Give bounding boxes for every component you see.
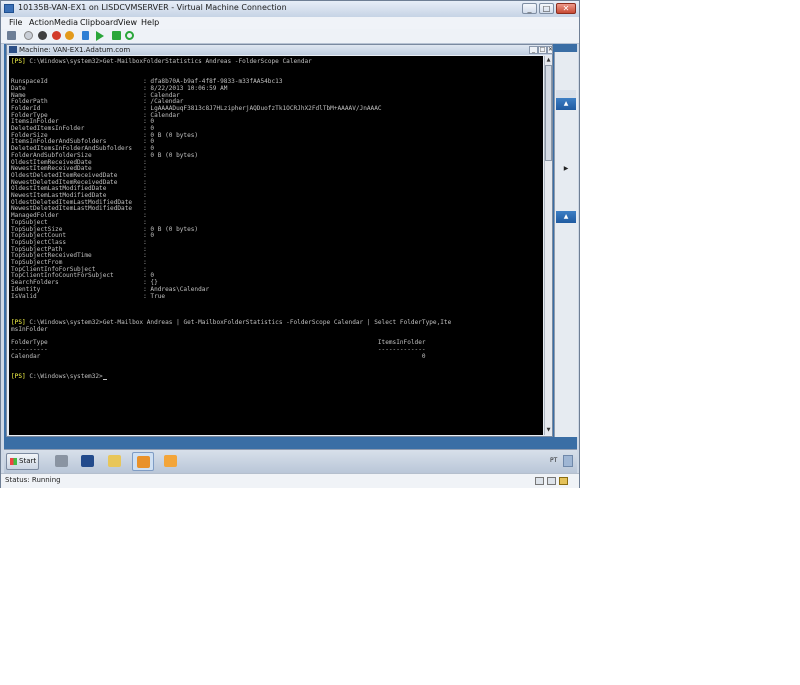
powershell-title-bar[interactable]: Machine: VAN-EX1.Adatum.com _ □ ✕ [7,45,553,55]
checkpoint-icon[interactable] [112,31,121,40]
explorer-icon[interactable] [104,452,126,471]
prompt-tag: [PS] [11,372,26,380]
save-icon[interactable] [65,31,74,40]
toolbar [1,29,579,44]
menu-media[interactable]: Media [54,18,78,27]
language-indicator[interactable]: PT [550,457,557,464]
taskbar: Start PT [4,449,577,473]
menu-file[interactable]: File [9,18,22,27]
start-button[interactable]: Start [6,453,39,470]
windows-logo-icon [10,458,17,465]
powershell-icon [9,46,17,53]
powershell-icon[interactable] [77,452,99,471]
menu-help[interactable]: Help [141,18,159,27]
start-label: Start [19,457,37,465]
collapse-arrow-icon-2[interactable]: ▲ [556,211,576,223]
console-output[interactable]: [PS] C:\Windows\system32>Get-MailboxFold… [9,56,543,435]
vm-connection-icon [4,4,14,13]
console-text: C:\Windows\system32>Get-Mailbox Andreas … [25,319,452,327]
collapse-arrow-icon[interactable]: ▲ [556,98,576,110]
keyboard-icon [535,477,544,485]
title-bar[interactable]: 10135B-VAN-EX1 on LISDCVMSERVER - Virtua… [1,1,579,18]
console-line: msInFolder [11,326,48,333]
exchange-toolbox-icon[interactable] [160,452,182,471]
powershell-title: Machine: VAN-EX1.Adatum.com [19,46,131,54]
console-text: C:\Windows\system32> [25,372,103,380]
start-icon[interactable] [24,31,33,40]
scroll-down-arrow-icon[interactable]: ▼ [545,426,552,434]
console-scrollbar[interactable]: ▲ ▼ [544,56,552,435]
console-text: IsValid : True [11,292,166,300]
powershell-window: Machine: VAN-EX1.Adatum.com _ □ ✕ [PS] C… [6,44,553,437]
show-desktop-button[interactable] [563,455,573,467]
turn-off-icon[interactable] [38,31,47,40]
ps-maximize-button[interactable]: □ [538,46,547,54]
resume-icon[interactable] [96,31,104,41]
expand-arrow-icon[interactable]: ▶ [556,165,576,173]
text-cursor [102,378,107,380]
background-window-strip [556,90,576,98]
menu-action[interactable]: Action [29,18,54,27]
status-text: Status: Running [5,476,61,484]
console-line: IsValid : True [11,293,165,300]
vm-connection-window: 10135B-VAN-EX1 on LISDCVMSERVER - Virtua… [0,0,580,488]
background-window-edge: ▲ ▶ ▲ [554,52,578,437]
server-manager-icon[interactable] [51,452,73,471]
console-text: msInFolder [11,326,48,333]
pause-icon[interactable] [82,31,89,40]
console-line: Calendar 0 [11,353,426,360]
console-line: [PS] C:\Windows\system32> [11,373,107,380]
scroll-up-arrow-icon[interactable]: ▲ [545,56,552,64]
menu-clipboard[interactable]: Clipboard [80,18,118,27]
scrollbar-thumb[interactable] [545,65,552,161]
prompt-tag: [PS] [11,58,26,65]
revert-icon[interactable] [125,31,134,40]
mouse-icon [547,477,556,485]
ps-close-button[interactable]: ✕ [547,46,553,54]
close-button[interactable]: ✕ [556,3,576,14]
console-line: [PS] C:\Windows\system32>Get-MailboxFold… [11,58,312,65]
console-line: [PS] C:\Windows\system32>Get-Mailbox And… [11,319,451,326]
console-text: Calendar 0 [11,352,426,360]
shutdown-icon[interactable] [52,31,61,40]
guest-desktop[interactable]: Machine: VAN-EX1.Adatum.com _ □ ✕ [PS] C… [4,44,578,473]
status-bar: Status: Running [1,473,579,488]
lock-icon [559,477,568,485]
exchange-console-icon[interactable] [132,452,154,471]
menu-bar: File Action Media Clipboard View Help [1,17,579,29]
ctrl-alt-del-icon[interactable] [7,31,16,40]
ps-minimize-button[interactable]: _ [529,46,538,54]
maximize-button[interactable]: □ [539,3,554,14]
minimize-button[interactable]: _ [522,3,537,14]
menu-view[interactable]: View [118,18,137,27]
window-title: 10135B-VAN-EX1 on LISDCVMSERVER - Virtua… [18,3,287,12]
console-text: C:\Windows\system32>Get-MailboxFolderSta… [25,58,312,65]
